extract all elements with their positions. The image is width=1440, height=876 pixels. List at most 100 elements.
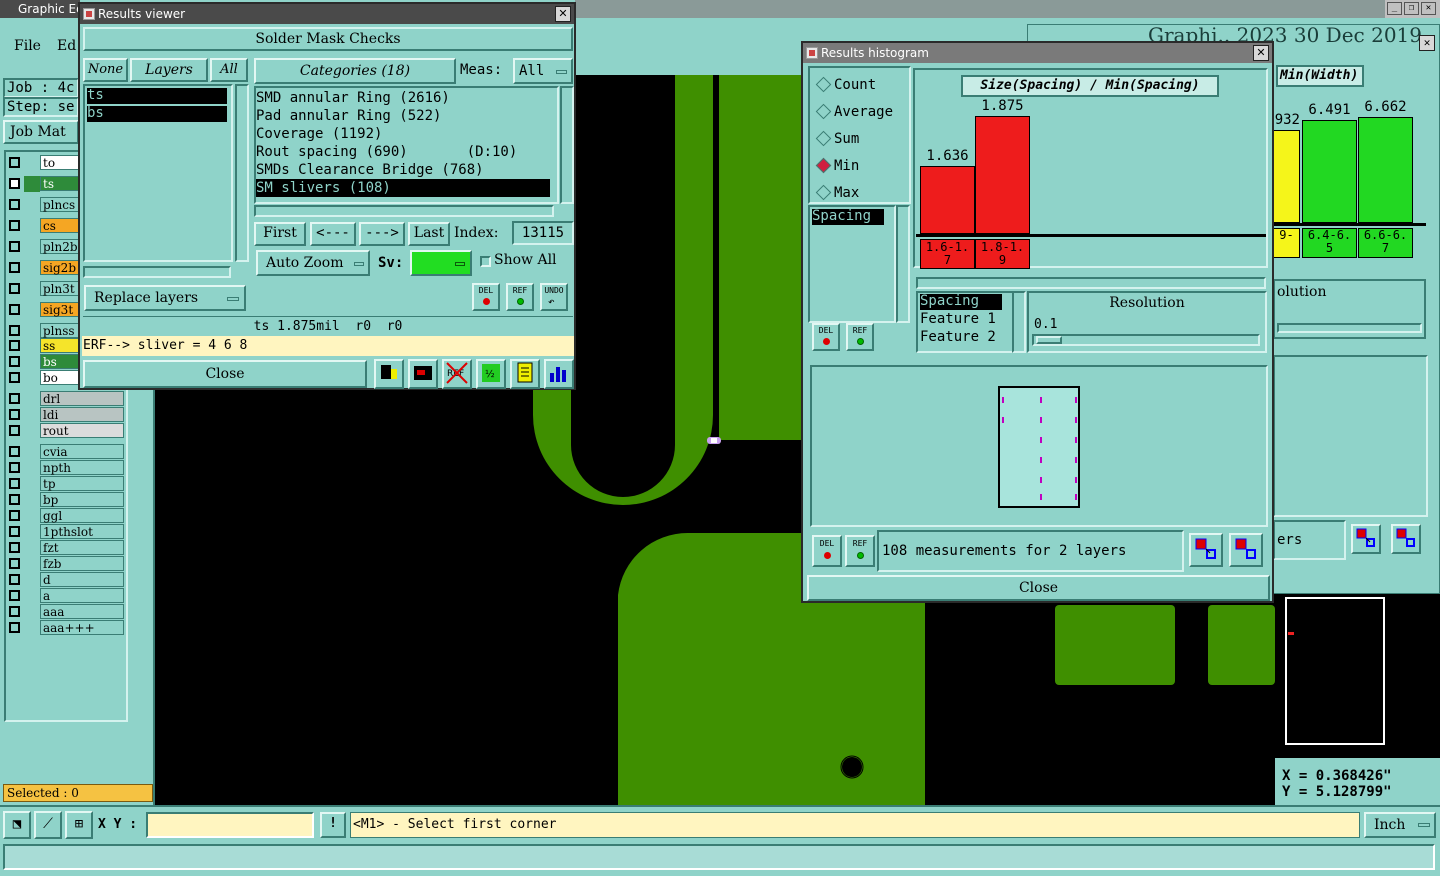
rv-tool-report-icon[interactable] bbox=[510, 359, 540, 389]
layer-checkbox-icon[interactable] bbox=[9, 262, 20, 273]
layer-name[interactable]: npth bbox=[40, 460, 124, 475]
layer-row[interactable]: 1pthslot bbox=[4, 524, 128, 540]
rh-ref-button-2[interactable]: REF bbox=[845, 535, 875, 567]
layer-checkbox-icon[interactable] bbox=[9, 304, 20, 315]
layer-name[interactable]: drl bbox=[40, 391, 124, 406]
layer-checkbox-icon[interactable] bbox=[9, 157, 20, 168]
layer-checkbox-icon[interactable] bbox=[9, 372, 20, 383]
rv-layers-button[interactable]: Layers bbox=[130, 58, 208, 82]
bar-range-label[interactable]: 1.8-1.9 bbox=[975, 239, 1030, 269]
mode-label[interactable]: Sum bbox=[834, 131, 859, 147]
rh-close-icon[interactable]: ✕ bbox=[1253, 45, 1269, 61]
back-resolution-slider[interactable] bbox=[1277, 323, 1422, 333]
rv-prev-button[interactable]: <--- bbox=[310, 222, 356, 246]
layer-checkbox-icon[interactable] bbox=[9, 220, 20, 231]
rv-tool-ref-crossed-icon[interactable]: REF bbox=[442, 359, 472, 389]
rv-layer-list[interactable]: ts bs bbox=[83, 84, 233, 262]
layer-row[interactable]: npth bbox=[4, 460, 128, 476]
rh-measure-list[interactable]: Spacing bbox=[808, 205, 896, 323]
rv-category-scrollbar[interactable] bbox=[560, 86, 574, 204]
rv-last-button[interactable]: Last bbox=[408, 222, 450, 246]
category-item[interactable]: Rout spacing (690) (D:10) bbox=[256, 143, 550, 161]
rv-close-button[interactable]: Close bbox=[83, 360, 367, 388]
violation-marker[interactable] bbox=[1002, 417, 1004, 423]
rh-del-button[interactable]: DEL bbox=[812, 323, 840, 351]
rv-index-field[interactable]: 13115 bbox=[512, 221, 574, 245]
layer-checkbox-icon[interactable] bbox=[9, 199, 20, 210]
layer-row[interactable]: bp bbox=[4, 492, 128, 508]
category-item[interactable]: SM slivers (108) bbox=[256, 179, 550, 197]
menu-edit[interactable]: Ed bbox=[57, 38, 76, 54]
units-dropdown[interactable]: Inch bbox=[1364, 812, 1436, 838]
back-pan-button[interactable] bbox=[1391, 524, 1421, 554]
rh-zoom-button[interactable] bbox=[1189, 533, 1223, 567]
violation-marker[interactable] bbox=[1040, 417, 1042, 423]
layer-row[interactable]: aaa+++ bbox=[4, 620, 128, 636]
bar-range-label[interactable]: 6.6-6.7 bbox=[1358, 228, 1413, 258]
layer-name[interactable]: d bbox=[40, 572, 124, 587]
layer-row[interactable]: a bbox=[4, 588, 128, 604]
rv-category-hscroll[interactable] bbox=[254, 205, 554, 217]
layer-checkbox-icon[interactable] bbox=[9, 283, 20, 294]
rv-none-button[interactable]: None bbox=[83, 58, 128, 82]
rv-auto-zoom[interactable]: Auto Zoom bbox=[256, 250, 370, 276]
layer-name[interactable]: aaa+++ bbox=[40, 620, 124, 635]
rv-ref-button[interactable]: REF bbox=[506, 283, 534, 311]
layer-checkbox-icon[interactable] bbox=[9, 494, 20, 505]
layer-name[interactable]: aaa bbox=[40, 604, 124, 619]
layer-checkbox-icon[interactable] bbox=[9, 425, 20, 436]
job-matrix-button[interactable]: Job Mat bbox=[3, 120, 79, 144]
rh-feature-item[interactable]: Spacing bbox=[920, 294, 1002, 310]
back-close-icon[interactable]: ✕ bbox=[1419, 35, 1435, 51]
layer-row[interactable]: ggl bbox=[4, 508, 128, 524]
layer-checkbox-icon[interactable] bbox=[9, 393, 20, 404]
rh-chart-hscroll[interactable] bbox=[916, 277, 1266, 289]
rv-show-all-checkbox[interactable] bbox=[480, 256, 491, 267]
menu-file[interactable]: File bbox=[14, 38, 41, 54]
rh-measure-scrollbar[interactable] bbox=[896, 205, 910, 323]
layer-checkbox-icon[interactable] bbox=[9, 340, 20, 351]
category-item[interactable]: Pad annular Ring (522) bbox=[256, 107, 550, 125]
layer-row[interactable]: fzt bbox=[4, 540, 128, 556]
histogram-bar[interactable] bbox=[1302, 120, 1357, 223]
layer-name[interactable]: fzb bbox=[40, 556, 124, 571]
layer-name[interactable]: 1pthslot bbox=[40, 524, 124, 539]
histogram-bar[interactable] bbox=[975, 116, 1030, 234]
rv-sv-dropdown[interactable] bbox=[410, 250, 472, 276]
rv-undo-button[interactable]: UNDO ↶ bbox=[540, 283, 568, 311]
layer-name[interactable]: ggl bbox=[40, 508, 124, 523]
rh-close-button[interactable]: Close bbox=[807, 575, 1270, 601]
category-item[interactable]: SMDs Clearance Bridge (768) bbox=[256, 161, 550, 179]
rv-tool-split-icon[interactable]: ½ bbox=[476, 359, 506, 389]
layer-row[interactable]: tp bbox=[4, 476, 128, 492]
rv-first-button[interactable]: First bbox=[254, 222, 306, 246]
xy-input[interactable] bbox=[146, 812, 314, 838]
histogram-bar[interactable] bbox=[1273, 130, 1300, 223]
layer-checkbox-icon[interactable] bbox=[9, 478, 20, 489]
violation-marker[interactable] bbox=[1075, 397, 1077, 403]
minimap[interactable] bbox=[1275, 594, 1440, 758]
layer-name[interactable]: fzt bbox=[40, 540, 124, 555]
rv-categories-button[interactable]: Categories (18) bbox=[254, 58, 456, 84]
layer-checkbox-icon[interactable] bbox=[9, 462, 20, 473]
layer-checkbox-icon[interactable] bbox=[9, 325, 20, 336]
layer-checkbox-icon[interactable] bbox=[9, 558, 20, 569]
rh-pan-button[interactable] bbox=[1229, 533, 1263, 567]
layer-row[interactable]: drl bbox=[4, 391, 128, 407]
rv-next-button[interactable]: ---> bbox=[359, 222, 405, 246]
layer-row[interactable]: fzb bbox=[4, 556, 128, 572]
rv-meas-dropdown[interactable]: All bbox=[513, 58, 573, 84]
rv-del-button[interactable]: DEL bbox=[472, 283, 500, 311]
rh-resolution-slider[interactable] bbox=[1032, 334, 1260, 346]
violation-marker[interactable] bbox=[1075, 457, 1077, 463]
violation-marker[interactable] bbox=[1075, 494, 1077, 500]
bar-range-label[interactable]: 6.4-6.5 bbox=[1302, 228, 1357, 258]
rv-layer-item[interactable]: ts bbox=[87, 88, 227, 104]
violation-marker[interactable] bbox=[1040, 494, 1042, 500]
rv-all-button[interactable]: All bbox=[210, 58, 248, 82]
layer-checkbox-icon[interactable] bbox=[9, 241, 20, 252]
mode-label[interactable]: Average bbox=[834, 104, 893, 120]
layer-name[interactable]: tp bbox=[40, 476, 124, 491]
violation-marker[interactable] bbox=[1002, 397, 1004, 403]
layer-checkbox-icon[interactable] bbox=[9, 574, 20, 585]
